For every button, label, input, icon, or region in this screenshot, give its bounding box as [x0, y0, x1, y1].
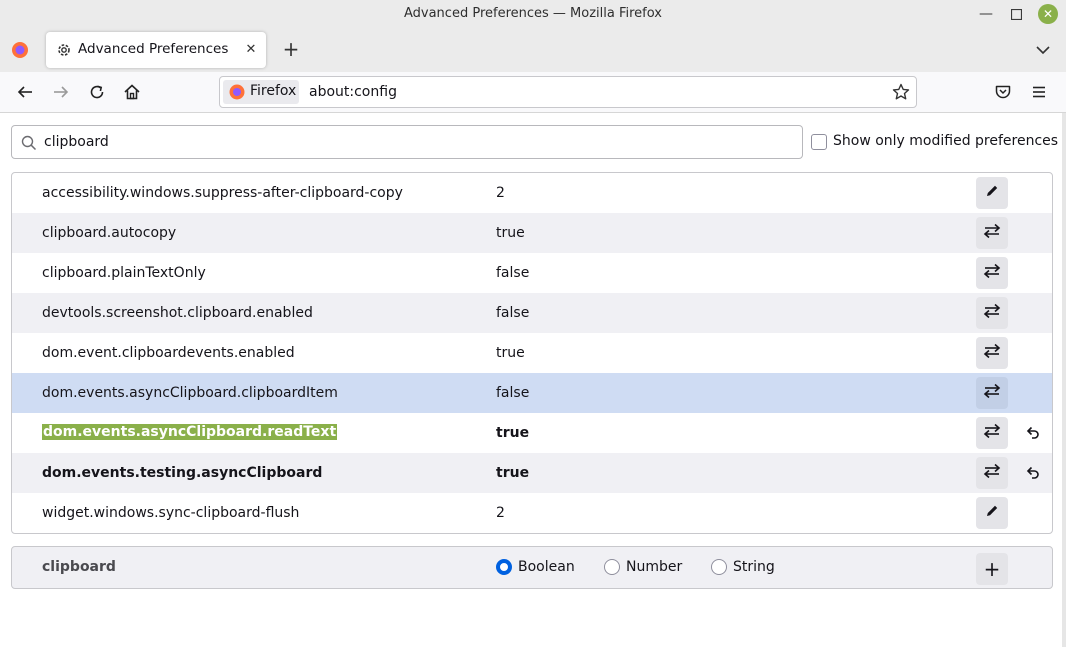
- new-tab-icon[interactable]: +: [280, 37, 302, 61]
- url-bar[interactable]: Firefox about:config: [219, 76, 917, 108]
- toggle-arrows-icon: [983, 422, 1001, 444]
- title-bar: Advanced Preferences — Mozilla Firefox —…: [0, 0, 1066, 28]
- toggle-button[interactable]: [976, 257, 1008, 289]
- toggle-arrows-icon: [983, 382, 1001, 404]
- preferences-table: accessibility.windows.suppress-after-cli…: [11, 172, 1053, 534]
- pref-value: true: [496, 345, 525, 361]
- edit-button[interactable]: [976, 497, 1008, 529]
- radio-string-label[interactable]: String: [733, 559, 775, 575]
- reload-icon[interactable]: [87, 82, 107, 102]
- search-input[interactable]: [44, 131, 784, 153]
- pref-name: dom.events.testing.asyncClipboard: [42, 465, 323, 481]
- pref-value: 2: [496, 185, 505, 201]
- new-preference-row: clipboard Boolean Number String +: [11, 546, 1053, 589]
- pref-row-selected[interactable]: dom.events.asyncClipboard.clipboardItem …: [12, 373, 1052, 413]
- pref-name: accessibility.windows.suppress-after-cli…: [42, 185, 403, 201]
- toggle-arrows-icon: [983, 342, 1001, 364]
- search-box[interactable]: [11, 125, 803, 159]
- toggle-arrows-icon: [983, 302, 1001, 324]
- pref-value: false: [496, 265, 530, 281]
- add-preference-button[interactable]: +: [976, 553, 1008, 585]
- search-icon: [21, 135, 37, 151]
- identity-box[interactable]: Firefox: [223, 80, 299, 104]
- show-modified-label[interactable]: Show only modified preferences: [833, 133, 1058, 149]
- radio-boolean[interactable]: [496, 559, 512, 575]
- navigation-toolbar: Firefox about:config: [0, 72, 1066, 113]
- gear-icon: [56, 42, 72, 58]
- url-text[interactable]: about:config: [309, 84, 397, 100]
- toggle-button[interactable]: [976, 337, 1008, 369]
- pref-name: widget.windows.sync-clipboard-flush: [42, 505, 300, 521]
- pref-row-modified[interactable]: dom.events.asyncClipboard.readText true: [12, 413, 1052, 453]
- tab-strip: Advanced Preferences ✕ +: [0, 28, 1066, 72]
- radio-string[interactable]: [711, 559, 727, 575]
- pref-row[interactable]: widget.windows.sync-clipboard-flush 2: [12, 493, 1052, 533]
- maximize-icon[interactable]: [1006, 4, 1026, 24]
- pref-value: true: [496, 225, 525, 241]
- pencil-icon: [984, 183, 1000, 203]
- window-title: Advanced Preferences — Mozilla Firefox: [403, 6, 663, 21]
- new-pref-name: clipboard: [42, 559, 116, 575]
- pref-row[interactable]: clipboard.plainTextOnly false: [12, 253, 1052, 293]
- tab-label: Advanced Preferences: [78, 41, 229, 57]
- pref-value: false: [496, 305, 530, 321]
- tab-advanced-preferences[interactable]: Advanced Preferences ✕: [46, 32, 266, 68]
- chevron-down-icon[interactable]: [1033, 40, 1053, 60]
- reset-undo-icon[interactable]: [1022, 423, 1042, 443]
- forward-arrow-icon[interactable]: [51, 82, 71, 102]
- pref-row[interactable]: accessibility.windows.suppress-after-cli…: [12, 173, 1052, 213]
- window-edge: [1062, 113, 1066, 647]
- radio-number-label[interactable]: Number: [626, 559, 682, 575]
- toggle-button[interactable]: [976, 457, 1008, 489]
- pref-name: clipboard.autocopy: [42, 225, 177, 241]
- firefox-view-icon[interactable]: [11, 41, 29, 59]
- back-arrow-icon[interactable]: [15, 82, 35, 102]
- pref-name: dom.event.clipboardevents.enabled: [42, 345, 295, 361]
- pref-name: dom.events.asyncClipboard.clipboardItem: [42, 385, 338, 401]
- radio-boolean-label[interactable]: Boolean: [518, 559, 575, 575]
- pref-value: true: [496, 465, 530, 481]
- identity-label: Firefox: [250, 83, 297, 99]
- close-window-icon[interactable]: ✕: [1038, 4, 1058, 24]
- toggle-button[interactable]: [976, 417, 1008, 449]
- bookmark-star-icon[interactable]: [892, 83, 910, 101]
- close-tab-icon[interactable]: ✕: [242, 40, 260, 58]
- firefox-logo-icon: [229, 84, 245, 100]
- show-modified-checkbox[interactable]: [811, 134, 827, 150]
- pref-row[interactable]: dom.event.clipboardevents.enabled true: [12, 333, 1052, 373]
- pref-row-modified[interactable]: dom.events.testing.asyncClipboard true: [12, 453, 1052, 493]
- pref-value: true: [496, 425, 530, 441]
- reset-undo-icon[interactable]: [1022, 463, 1042, 483]
- pref-row[interactable]: devtools.screenshot.clipboard.enabled fa…: [12, 293, 1052, 333]
- hamburger-menu-icon[interactable]: [1029, 82, 1049, 102]
- pocket-icon[interactable]: [993, 82, 1013, 102]
- pref-value: false: [496, 385, 530, 401]
- home-icon[interactable]: [122, 82, 142, 102]
- toggle-arrows-icon: [983, 462, 1001, 484]
- pref-name: clipboard.plainTextOnly: [42, 265, 206, 281]
- edit-button[interactable]: [976, 177, 1008, 209]
- toggle-arrows-icon: [983, 262, 1001, 284]
- pref-row[interactable]: clipboard.autocopy true: [12, 213, 1052, 253]
- toggle-button[interactable]: [976, 217, 1008, 249]
- pref-value: 2: [496, 505, 505, 521]
- pref-name: dom.events.asyncClipboard.readText: [42, 424, 338, 440]
- toggle-button[interactable]: [976, 377, 1008, 409]
- toggle-button[interactable]: [976, 297, 1008, 329]
- radio-number[interactable]: [604, 559, 620, 575]
- pencil-icon: [984, 503, 1000, 523]
- minimize-icon[interactable]: —: [976, 4, 996, 24]
- toggle-arrows-icon: [983, 222, 1001, 244]
- pref-name: devtools.screenshot.clipboard.enabled: [42, 305, 313, 321]
